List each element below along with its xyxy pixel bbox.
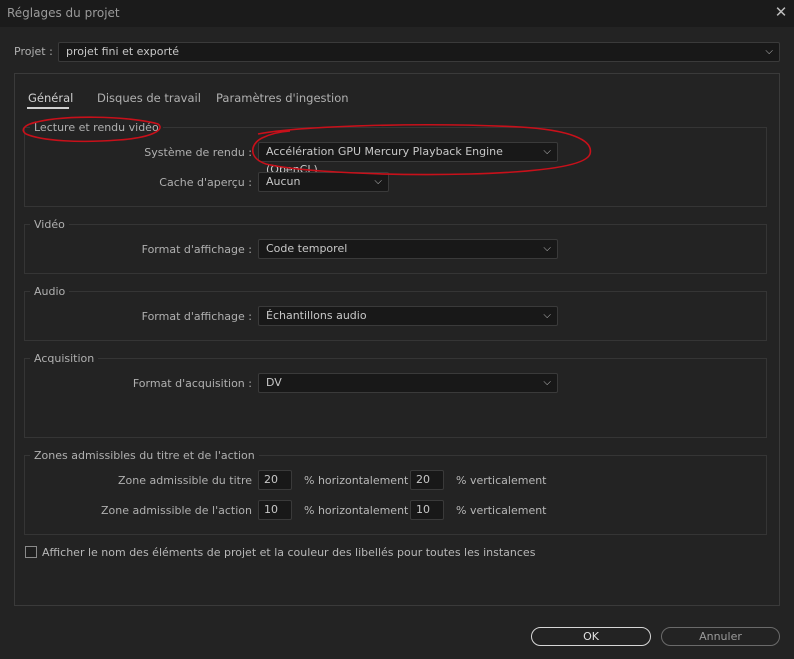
renderer-label: Système de rendu : [144, 146, 252, 159]
capture-format-value: DV [266, 376, 282, 389]
playback-group [24, 127, 767, 207]
preview-cache-value: Aucun [266, 175, 301, 188]
chevron-down-icon: ⌵ [543, 243, 551, 254]
capture-group-title: Acquisition [30, 352, 99, 365]
tab-scratch-disks[interactable]: Disques de travail [97, 91, 201, 105]
show-names-checkbox[interactable] [25, 546, 37, 558]
video-display-format-label: Format d'affichage : [141, 243, 252, 256]
safe-margins-group [24, 455, 767, 535]
action-safe-horizontal-input[interactable]: 10 [258, 500, 292, 520]
action-safe-vertical-unit: % verticalement [456, 504, 547, 517]
action-safe-horizontal-unit: % horizontalement [304, 504, 409, 517]
video-group-title: Vidéo [30, 218, 69, 231]
audio-display-format-label: Format d'affichage : [141, 310, 252, 323]
chevron-down-icon: ⌵ [543, 377, 551, 388]
preview-cache-label: Cache d'aperçu : [159, 176, 252, 189]
project-select-value: projet fini et exporté [66, 45, 180, 58]
title-safe-horizontal-input[interactable]: 20 [258, 470, 292, 490]
show-names-label: Afficher le nom des éléments de projet e… [42, 546, 536, 559]
chevron-down-icon: ⌵ [765, 46, 773, 57]
project-select[interactable]: projet fini et exporté ⌵ [58, 42, 780, 62]
audio-display-format-value: Échantillons audio [266, 309, 367, 322]
video-display-format-select[interactable]: Code temporel ⌵ [258, 239, 558, 259]
project-label: Projet : [14, 45, 53, 58]
renderer-select[interactable]: Accélération GPU Mercury Playback Engine… [258, 142, 558, 176]
chevron-down-icon: ⌵ [374, 176, 382, 187]
ok-button[interactable]: OK [531, 627, 651, 646]
audio-group-title: Audio [30, 285, 70, 298]
tab-general[interactable]: Général [28, 91, 73, 105]
chevron-down-icon: ⌵ [543, 310, 551, 321]
title-safe-horizontal-unit: % horizontalement [304, 474, 409, 487]
audio-display-format-select[interactable]: Échantillons audio ⌵ [258, 306, 558, 326]
close-icon[interactable]: ✕ [772, 3, 790, 21]
playback-group-title: Lecture et rendu vidéo [30, 121, 163, 134]
chevron-down-icon: ⌵ [543, 146, 551, 157]
title-safe-vertical-input[interactable]: 20 [410, 470, 444, 490]
preview-cache-select[interactable]: Aucun ⌵ [258, 172, 389, 192]
tab-ingest-settings[interactable]: Paramètres d'ingestion [216, 91, 349, 105]
action-safe-label: Zone admissible de l'action [100, 504, 252, 517]
cancel-button[interactable]: Annuler [661, 627, 780, 646]
action-safe-vertical-input[interactable]: 10 [410, 500, 444, 520]
window-title: Réglages du projet [7, 6, 120, 20]
title-safe-label: Zone admissible du titre [118, 474, 252, 487]
capture-format-select[interactable]: DV ⌵ [258, 373, 558, 393]
capture-group [24, 358, 767, 438]
video-display-format-value: Code temporel [266, 242, 348, 255]
active-tab-indicator [27, 107, 69, 109]
title-safe-vertical-unit: % verticalement [456, 474, 547, 487]
safe-margins-group-title: Zones admissibles du titre et de l'actio… [30, 449, 259, 462]
capture-format-label: Format d'acquisition : [132, 377, 252, 390]
